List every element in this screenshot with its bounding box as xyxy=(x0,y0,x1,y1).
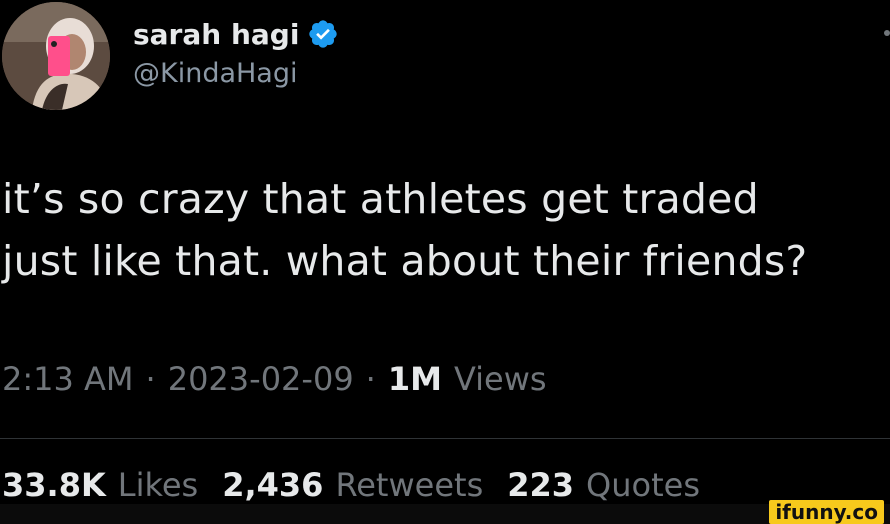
avatar-photo xyxy=(2,2,110,110)
quotes-count: 223 xyxy=(507,466,575,504)
verified-badge-icon xyxy=(307,18,339,50)
quotes-label: Quotes xyxy=(586,466,700,504)
likes-count: 33.8K xyxy=(2,466,106,504)
meta-separator: · xyxy=(365,360,376,398)
author-handle[interactable]: @KindaHagi xyxy=(133,58,298,89)
views-label: Views xyxy=(453,360,547,398)
quotes-stat[interactable]: 223 Quotes xyxy=(507,466,700,504)
views-count: 1M xyxy=(387,360,442,398)
avatar[interactable] xyxy=(2,2,110,110)
tweet-text-line: just like that. what about their friends… xyxy=(2,237,808,285)
more-options-icon[interactable] xyxy=(884,30,890,36)
tweet-time[interactable]: 2:13 AM xyxy=(2,360,134,398)
tweet-date[interactable]: 2023-02-09 xyxy=(168,360,354,398)
retweets-stat[interactable]: 2,436 Retweets xyxy=(222,466,483,504)
tweet-text: it’s so crazy that athletes get traded j… xyxy=(2,168,890,292)
divider xyxy=(0,438,890,439)
tweet-stats: 33.8K Likes 2,436 Retweets 223 Quotes xyxy=(2,466,724,504)
retweets-count: 2,436 xyxy=(222,466,324,504)
likes-stat[interactable]: 33.8K Likes xyxy=(2,466,198,504)
author-name-row[interactable]: sarah hagi xyxy=(133,14,339,54)
tweet-meta: 2:13 AM · 2023-02-09 · 1M Views xyxy=(2,360,547,398)
tweet-text-line: it’s so crazy that athletes get traded xyxy=(2,175,759,223)
author-name[interactable]: sarah hagi xyxy=(133,18,299,51)
likes-label: Likes xyxy=(117,466,199,504)
meta-separator: · xyxy=(145,360,156,398)
ifunny-watermark: ifunny.co xyxy=(769,500,884,524)
retweets-label: Retweets xyxy=(335,466,484,504)
watermark-bar xyxy=(0,504,890,524)
